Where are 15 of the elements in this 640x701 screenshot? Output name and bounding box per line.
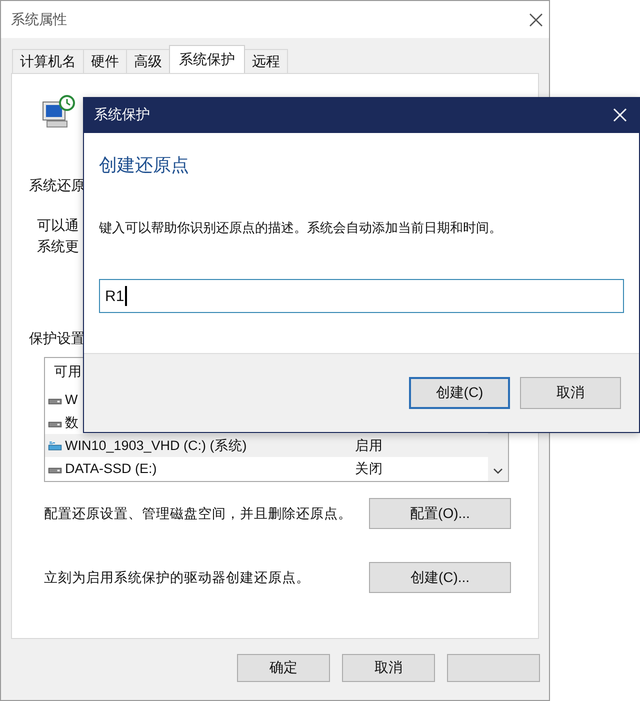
protection-status: 启用 — [355, 436, 383, 454]
drive-name: 数 — [65, 414, 80, 432]
action-description: 立刻为启用系统保护的驱动器创建还原点。 — [44, 569, 310, 587]
instruction-text: 键入可以帮助你识别还原点的描述。系统会自动添加当前日期和时间。 — [99, 219, 503, 237]
column-header: 可用 — [53, 363, 83, 381]
drive-name: W — [65, 392, 79, 407]
action-description: 配置还原设置、管理磁盘空间，并且删除还原点。 — [44, 505, 352, 523]
drive-name: DATA-SSD (E:) — [65, 461, 158, 476]
protection-status: 关闭 — [355, 460, 383, 478]
drive-name: WIN10_1903_VHD (C:) (系统) — [65, 436, 248, 454]
dialog-heading: 创建还原点 — [99, 154, 190, 177]
description-text: 系统更 — [37, 238, 79, 256]
window-title: 系统属性 — [11, 10, 67, 28]
dialog-title: 系统保护 — [94, 106, 150, 124]
description-text: 可以通 — [37, 217, 79, 235]
